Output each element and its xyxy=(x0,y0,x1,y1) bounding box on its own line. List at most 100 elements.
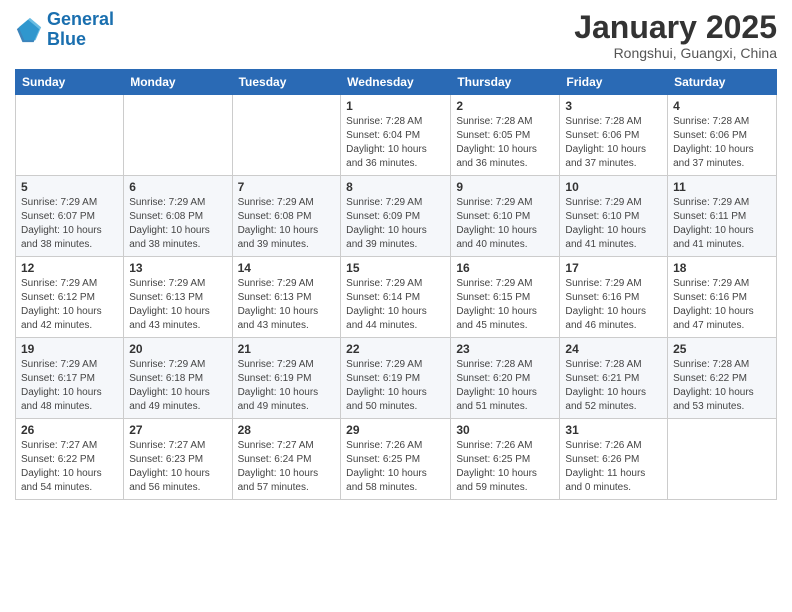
table-row: 26 Sunrise: 7:27 AM Sunset: 6:22 PM Dayli… xyxy=(16,419,124,500)
col-sunday: Sunday xyxy=(16,70,124,95)
day-number: 18 xyxy=(673,261,771,275)
table-row: 3 Sunrise: 7:28 AM Sunset: 6:06 PM Daylig… xyxy=(560,95,668,176)
day-info: Sunrise: 7:29 AM Sunset: 6:07 PM Dayligh… xyxy=(21,196,118,252)
day-number: 3 xyxy=(565,99,662,113)
table-row: 12 Sunrise: 7:29 AM Sunset: 6:12 PM Dayli… xyxy=(16,257,124,338)
calendar-subtitle: Rongshui, Guangxi, China xyxy=(574,45,777,61)
day-number: 1 xyxy=(346,99,445,113)
day-number: 21 xyxy=(238,342,336,356)
day-info: Sunrise: 7:27 AM Sunset: 6:24 PM Dayligh… xyxy=(238,439,336,495)
day-info: Sunrise: 7:29 AM Sunset: 6:10 PM Dayligh… xyxy=(456,196,554,252)
day-number: 7 xyxy=(238,180,336,194)
day-number: 12 xyxy=(21,261,118,275)
day-info: Sunrise: 7:28 AM Sunset: 6:04 PM Dayligh… xyxy=(346,115,445,171)
table-row: 31Sunrise: 7:26 AM Sunset: 6:26 PM Dayli… xyxy=(560,419,668,500)
day-info: Sunrise: 7:27 AM Sunset: 6:23 PM Dayligh… xyxy=(129,439,226,495)
day-number: 15 xyxy=(346,261,445,275)
table-row: 7 Sunrise: 7:29 AM Sunset: 6:08 PM Daylig… xyxy=(232,176,341,257)
table-row: 13 Sunrise: 7:29 AM Sunset: 6:13 PM Dayli… xyxy=(124,257,232,338)
day-number: 25 xyxy=(673,342,771,356)
day-info: Sunrise: 7:28 AM Sunset: 6:06 PM Dayligh… xyxy=(673,115,771,171)
day-info: Sunrise: 7:29 AM Sunset: 6:16 PM Dayligh… xyxy=(565,277,662,333)
calendar-week-row: 12 Sunrise: 7:29 AM Sunset: 6:12 PM Dayli… xyxy=(16,257,777,338)
day-info: Sunrise: 7:29 AM Sunset: 6:17 PM Dayligh… xyxy=(21,358,118,414)
calendar-week-row: 26 Sunrise: 7:27 AM Sunset: 6:22 PM Dayli… xyxy=(16,419,777,500)
day-info: Sunrise: 7:29 AM Sunset: 6:15 PM Dayligh… xyxy=(456,277,554,333)
table-row: 27 Sunrise: 7:27 AM Sunset: 6:23 PM Dayli… xyxy=(124,419,232,500)
day-info: Sunrise: 7:29 AM Sunset: 6:13 PM Dayligh… xyxy=(238,277,336,333)
day-number: 2 xyxy=(456,99,554,113)
calendar-table: Sunday Monday Tuesday Wednesday Thursday… xyxy=(15,69,777,500)
day-number: 28 xyxy=(238,423,336,437)
day-info: Sunrise: 7:29 AM Sunset: 6:08 PM Dayligh… xyxy=(129,196,226,252)
col-friday: Friday xyxy=(560,70,668,95)
table-row: 11 Sunrise: 7:29 AM Sunset: 6:11 PM Dayli… xyxy=(668,176,777,257)
day-info: Sunrise: 7:29 AM Sunset: 6:13 PM Dayligh… xyxy=(129,277,226,333)
day-info: Sunrise: 7:28 AM Sunset: 6:06 PM Dayligh… xyxy=(565,115,662,171)
table-row: 8 Sunrise: 7:29 AM Sunset: 6:09 PM Daylig… xyxy=(341,176,451,257)
day-info: Sunrise: 7:28 AM Sunset: 6:20 PM Dayligh… xyxy=(456,358,554,414)
title-block: January 2025 Rongshui, Guangxi, China xyxy=(574,10,777,61)
calendar-week-row: 1 Sunrise: 7:28 AM Sunset: 6:04 PM Daylig… xyxy=(16,95,777,176)
day-info: Sunrise: 7:29 AM Sunset: 6:14 PM Dayligh… xyxy=(346,277,445,333)
table-row: 16 Sunrise: 7:29 AM Sunset: 6:15 PM Dayli… xyxy=(451,257,560,338)
table-row: 24 Sunrise: 7:28 AM Sunset: 6:21 PM Dayli… xyxy=(560,338,668,419)
calendar-title: January 2025 xyxy=(574,10,777,45)
day-number: 29 xyxy=(346,423,445,437)
col-monday: Monday xyxy=(124,70,232,95)
logo: General Blue xyxy=(15,10,114,50)
day-number: 10 xyxy=(565,180,662,194)
day-number: 13 xyxy=(129,261,226,275)
day-info: Sunrise: 7:29 AM Sunset: 6:19 PM Dayligh… xyxy=(346,358,445,414)
header: General Blue January 2025 Rongshui, Guan… xyxy=(15,10,777,61)
table-row: 25Sunrise: 7:28 AM Sunset: 6:22 PM Dayli… xyxy=(668,338,777,419)
day-info: Sunrise: 7:28 AM Sunset: 6:21 PM Dayligh… xyxy=(565,358,662,414)
day-number: 8 xyxy=(346,180,445,194)
col-tuesday: Tuesday xyxy=(232,70,341,95)
day-info: Sunrise: 7:29 AM Sunset: 6:09 PM Dayligh… xyxy=(346,196,445,252)
logo-line1: General xyxy=(47,9,114,29)
day-info: Sunrise: 7:29 AM Sunset: 6:12 PM Dayligh… xyxy=(21,277,118,333)
day-info: Sunrise: 7:29 AM Sunset: 6:08 PM Dayligh… xyxy=(238,196,336,252)
day-info: Sunrise: 7:29 AM Sunset: 6:11 PM Dayligh… xyxy=(673,196,771,252)
day-number: 11 xyxy=(673,180,771,194)
table-row: 10 Sunrise: 7:29 AM Sunset: 6:10 PM Dayli… xyxy=(560,176,668,257)
col-thursday: Thursday xyxy=(451,70,560,95)
table-row: 21Sunrise: 7:29 AM Sunset: 6:19 PM Dayli… xyxy=(232,338,341,419)
logo-line2: Blue xyxy=(47,29,86,49)
day-info: Sunrise: 7:26 AM Sunset: 6:25 PM Dayligh… xyxy=(456,439,554,495)
table-row: 23Sunrise: 7:28 AM Sunset: 6:20 PM Dayli… xyxy=(451,338,560,419)
day-info: Sunrise: 7:26 AM Sunset: 6:25 PM Dayligh… xyxy=(346,439,445,495)
day-info: Sunrise: 7:28 AM Sunset: 6:05 PM Dayligh… xyxy=(456,115,554,171)
day-info: Sunrise: 7:29 AM Sunset: 6:10 PM Dayligh… xyxy=(565,196,662,252)
day-number: 27 xyxy=(129,423,226,437)
table-row: 1 Sunrise: 7:28 AM Sunset: 6:04 PM Daylig… xyxy=(341,95,451,176)
table-row: 22Sunrise: 7:29 AM Sunset: 6:19 PM Dayli… xyxy=(341,338,451,419)
table-row: 14 Sunrise: 7:29 AM Sunset: 6:13 PM Dayli… xyxy=(232,257,341,338)
calendar-week-row: 19 Sunrise: 7:29 AM Sunset: 6:17 PM Dayli… xyxy=(16,338,777,419)
day-info: Sunrise: 7:29 AM Sunset: 6:18 PM Dayligh… xyxy=(129,358,226,414)
day-info: Sunrise: 7:26 AM Sunset: 6:26 PM Dayligh… xyxy=(565,439,662,495)
table-row: 6Sunrise: 7:29 AM Sunset: 6:08 PM Daylig… xyxy=(124,176,232,257)
day-number: 26 xyxy=(21,423,118,437)
table-row xyxy=(232,95,341,176)
table-row xyxy=(668,419,777,500)
day-number: 30 xyxy=(456,423,554,437)
table-row: 19 Sunrise: 7:29 AM Sunset: 6:17 PM Dayli… xyxy=(16,338,124,419)
day-number: 14 xyxy=(238,261,336,275)
col-saturday: Saturday xyxy=(668,70,777,95)
day-number: 19 xyxy=(21,342,118,356)
day-number: 16 xyxy=(456,261,554,275)
calendar-header-row: Sunday Monday Tuesday Wednesday Thursday… xyxy=(16,70,777,95)
col-wednesday: Wednesday xyxy=(341,70,451,95)
day-info: Sunrise: 7:29 AM Sunset: 6:16 PM Dayligh… xyxy=(673,277,771,333)
table-row: 5Sunrise: 7:29 AM Sunset: 6:07 PM Daylig… xyxy=(16,176,124,257)
calendar-week-row: 5Sunrise: 7:29 AM Sunset: 6:07 PM Daylig… xyxy=(16,176,777,257)
table-row: 4Sunrise: 7:28 AM Sunset: 6:06 PM Daylig… xyxy=(668,95,777,176)
logo-icon xyxy=(15,16,43,44)
table-row: 18 Sunrise: 7:29 AM Sunset: 6:16 PM Dayli… xyxy=(668,257,777,338)
table-row: 2 Sunrise: 7:28 AM Sunset: 6:05 PM Daylig… xyxy=(451,95,560,176)
day-number: 17 xyxy=(565,261,662,275)
day-number: 24 xyxy=(565,342,662,356)
day-info: Sunrise: 7:27 AM Sunset: 6:22 PM Dayligh… xyxy=(21,439,118,495)
